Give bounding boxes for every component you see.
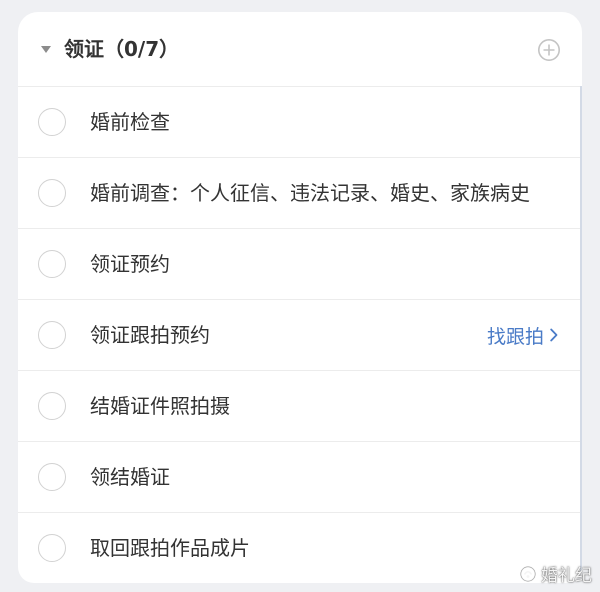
task-checkbox[interactable] [38, 534, 66, 562]
chevron-right-icon [550, 328, 558, 342]
task-list: 婚前检查 婚前调查：个人征信、违法记录、婚史、家族病史 领证预约 领证跟拍预约 … [18, 86, 582, 583]
section-header[interactable]: 领证（0/7） [18, 12, 582, 86]
task-item[interactable]: 领结婚证 [18, 441, 580, 512]
plus-circle-icon [538, 39, 560, 61]
find-photographer-label: 找跟拍 [486, 325, 544, 348]
watermark-text: 婚礼纪 [541, 566, 592, 586]
task-item[interactable]: 婚前检查 [18, 86, 580, 157]
task-item[interactable]: 结婚证件照拍摄 [18, 370, 580, 441]
task-label: 婚前检查 [90, 110, 170, 134]
task-checkbox[interactable] [38, 250, 66, 278]
brand-logo-icon [520, 565, 536, 582]
task-label: 领证预约 [90, 252, 170, 276]
task-item[interactable]: 婚前调查：个人征信、违法记录、婚史、家族病史 [18, 157, 580, 228]
task-item[interactable]: 领证预约 [18, 228, 580, 299]
find-photographer-link[interactable]: 找跟拍 [487, 300, 558, 370]
task-label: 领结婚证 [90, 465, 170, 489]
watermark: 婚礼纪 [519, 561, 592, 586]
task-item[interactable]: 领证跟拍预约 找跟拍 [18, 299, 580, 370]
task-checkbox[interactable] [38, 321, 66, 349]
task-section-card: 领证（0/7） 婚前检查 婚前调查：个人征信、违法记录、婚史、家族病史 领证预约… [18, 12, 582, 583]
add-task-button[interactable] [537, 38, 561, 62]
section-title: 领证（0/7） [64, 37, 180, 61]
caret-down-icon[interactable] [41, 46, 51, 53]
task-checkbox[interactable] [38, 108, 66, 136]
task-label: 婚前调查：个人征信、违法记录、婚史、家族病史 [90, 181, 530, 205]
task-checkbox[interactable] [38, 179, 66, 207]
task-label: 领证跟拍预约 [90, 323, 210, 347]
task-item[interactable]: 取回跟拍作品成片 [18, 512, 580, 583]
task-checkbox[interactable] [38, 392, 66, 420]
task-label: 结婚证件照拍摄 [90, 394, 230, 418]
task-label: 取回跟拍作品成片 [90, 536, 250, 560]
task-checkbox[interactable] [38, 463, 66, 491]
